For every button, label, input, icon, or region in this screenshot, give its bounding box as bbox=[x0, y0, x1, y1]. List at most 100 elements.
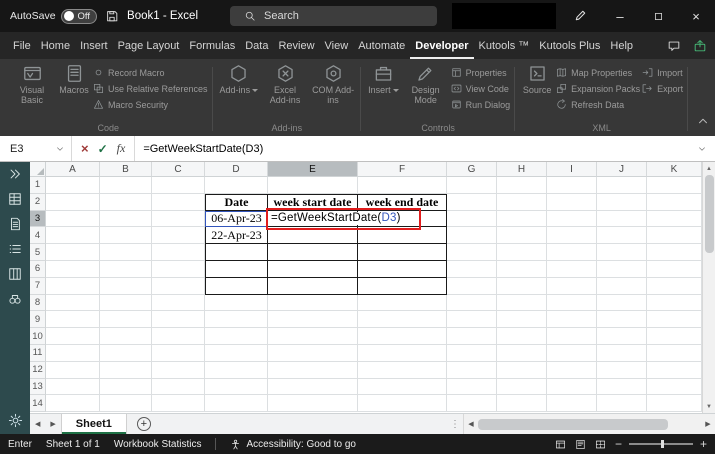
cell-A5[interactable] bbox=[46, 244, 100, 261]
ribbon-tab-insert[interactable]: Insert bbox=[75, 32, 113, 59]
cell-A6[interactable] bbox=[46, 260, 100, 278]
cell-J5[interactable] bbox=[597, 244, 647, 261]
cell-B7[interactable] bbox=[100, 277, 152, 295]
run-dialog-button[interactable]: Run Dialog bbox=[451, 99, 510, 110]
cell-H12[interactable] bbox=[497, 361, 547, 379]
ribbon-tab-view[interactable]: View bbox=[320, 32, 354, 59]
cell-A7[interactable] bbox=[46, 277, 100, 295]
cell-I4[interactable] bbox=[547, 227, 597, 245]
pen-icon[interactable] bbox=[573, 8, 588, 23]
ribbon-tab-file[interactable]: File bbox=[8, 32, 36, 59]
cell-B6[interactable] bbox=[100, 260, 152, 278]
cell-B5[interactable] bbox=[100, 244, 152, 261]
enter-icon[interactable]: ✓ bbox=[98, 142, 108, 156]
cell-G11[interactable] bbox=[447, 344, 497, 362]
cell-J7[interactable] bbox=[597, 277, 647, 295]
cell-B8[interactable] bbox=[100, 294, 152, 312]
cell-A12[interactable] bbox=[46, 361, 100, 379]
cell-J6[interactable] bbox=[597, 260, 647, 278]
macro-security-button[interactable]: Macro Security bbox=[93, 99, 208, 110]
cell-D12[interactable] bbox=[205, 361, 268, 379]
cell-H11[interactable] bbox=[497, 344, 547, 362]
cell-B2[interactable] bbox=[100, 193, 152, 211]
cell-G9[interactable] bbox=[447, 311, 497, 329]
cell-H6[interactable] bbox=[497, 260, 547, 278]
properties-button[interactable]: Properties bbox=[451, 67, 511, 78]
cell-H3[interactable] bbox=[497, 210, 547, 228]
cell-F2[interactable]: week end date bbox=[358, 193, 447, 211]
column-header-A[interactable]: A bbox=[46, 162, 100, 177]
cell-A13[interactable] bbox=[46, 378, 100, 396]
select-all-corner[interactable] bbox=[30, 162, 46, 177]
cell-I7[interactable] bbox=[547, 277, 597, 295]
prev-sheet-icon[interactable]: ◀ bbox=[30, 420, 45, 428]
collapse-ribbon-icon[interactable] bbox=[696, 114, 710, 128]
formula-input[interactable]: =GetWeekStartDate(D3) bbox=[135, 136, 689, 161]
cell-K5[interactable] bbox=[647, 244, 702, 261]
list-icon[interactable] bbox=[8, 242, 22, 256]
cell-D5[interactable] bbox=[205, 244, 268, 261]
cell-H8[interactable] bbox=[497, 294, 547, 312]
cell-A1[interactable] bbox=[46, 177, 100, 194]
cell-H2[interactable] bbox=[497, 193, 547, 211]
export-button[interactable]: Export bbox=[642, 83, 683, 94]
cell-F14[interactable] bbox=[358, 395, 447, 413]
macros-button[interactable]: Macros bbox=[57, 61, 91, 95]
zoom-slider[interactable] bbox=[628, 440, 693, 448]
ribbon-tab-help[interactable]: Help bbox=[605, 32, 638, 59]
cell-K14[interactable] bbox=[647, 395, 702, 413]
column-header-B[interactable]: B bbox=[100, 162, 152, 177]
cell-G8[interactable] bbox=[447, 294, 497, 312]
search-box[interactable]: Search bbox=[230, 6, 437, 26]
cell-A3[interactable] bbox=[46, 210, 100, 228]
cell-C8[interactable] bbox=[152, 294, 205, 312]
cell-H9[interactable] bbox=[497, 311, 547, 329]
cell-D6[interactable] bbox=[205, 260, 268, 278]
cell-F5[interactable] bbox=[358, 244, 447, 261]
cell-G6[interactable] bbox=[447, 260, 497, 278]
column-header-F[interactable]: F bbox=[358, 162, 447, 177]
cell-edit-text[interactable]: =GetWeekStartDate(D3) bbox=[269, 212, 403, 225]
vertical-scrollbar[interactable]: ▲ ▼ bbox=[702, 162, 715, 413]
row-header-4[interactable]: 4 bbox=[30, 227, 46, 245]
cell-G3[interactable] bbox=[447, 210, 497, 228]
com-add-ins-button[interactable]: COM Add-ins bbox=[310, 61, 356, 105]
cell-K9[interactable] bbox=[647, 311, 702, 329]
cell-B11[interactable] bbox=[100, 344, 152, 362]
cell-D13[interactable] bbox=[205, 378, 268, 396]
row-header-1[interactable]: 1 bbox=[30, 177, 46, 194]
cell-D2[interactable]: Date bbox=[205, 193, 268, 211]
ribbon-tab-formulas[interactable]: Formulas bbox=[184, 32, 240, 59]
cell-I3[interactable] bbox=[547, 210, 597, 228]
column-header-H[interactable]: H bbox=[497, 162, 547, 177]
row-header-3[interactable]: 3 bbox=[30, 210, 46, 228]
expansion-packs-button[interactable]: Expansion Packs bbox=[556, 83, 640, 94]
cell-I10[interactable] bbox=[547, 328, 597, 345]
cell-G4[interactable] bbox=[447, 227, 497, 245]
cell-J14[interactable] bbox=[597, 395, 647, 413]
cell-I8[interactable] bbox=[547, 294, 597, 312]
ribbon-tab-automate[interactable]: Automate bbox=[353, 32, 410, 59]
row-header-12[interactable]: 12 bbox=[30, 361, 46, 379]
cell-G5[interactable] bbox=[447, 244, 497, 261]
cell-J8[interactable] bbox=[597, 294, 647, 312]
close-button[interactable]: × bbox=[677, 0, 715, 32]
row-header-7[interactable]: 7 bbox=[30, 277, 46, 295]
view-normal-icon[interactable] bbox=[555, 439, 566, 450]
cell-C2[interactable] bbox=[152, 193, 205, 211]
ribbon-tab-home[interactable]: Home bbox=[36, 32, 75, 59]
cell-E13[interactable] bbox=[268, 378, 358, 396]
cell-G2[interactable] bbox=[447, 193, 497, 211]
cell-B13[interactable] bbox=[100, 378, 152, 396]
cell-C14[interactable] bbox=[152, 395, 205, 413]
cell-A11[interactable] bbox=[46, 344, 100, 362]
chevrons-right-icon[interactable] bbox=[8, 167, 22, 181]
horizontal-scroll-thumb[interactable] bbox=[478, 418, 668, 430]
ribbon-tab-kutools[interactable]: Kutools ™ bbox=[474, 32, 535, 59]
minimize-button[interactable]: – bbox=[601, 0, 639, 32]
horizontal-scrollbar[interactable]: ◀ ▶ bbox=[463, 414, 715, 434]
zoom-in-icon[interactable]: + bbox=[700, 437, 707, 451]
cell-E1[interactable] bbox=[268, 177, 358, 194]
cell-H7[interactable] bbox=[497, 277, 547, 295]
maximize-button[interactable] bbox=[639, 0, 677, 32]
